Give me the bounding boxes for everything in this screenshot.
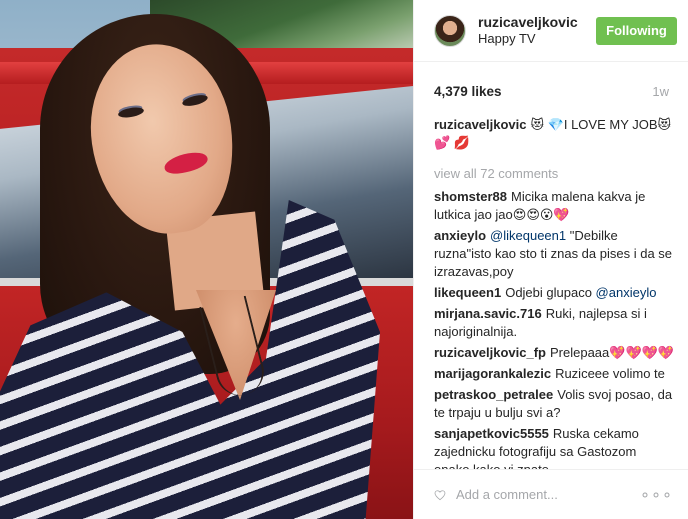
- following-button[interactable]: Following: [596, 16, 677, 45]
- header-username[interactable]: ruzicaveljkovic: [478, 14, 596, 30]
- caption: ruzicaveljkovic 😻 💎I LOVE MY JOB😻 💕 💋: [434, 116, 674, 152]
- comments-list: ruzicaveljkovic 😻 💎I LOVE MY JOB😻 💕 💋 vie…: [434, 116, 674, 470]
- comment-mention[interactable]: @likequeen1: [490, 228, 566, 243]
- view-all-comments-link[interactable]: view all 72 comments: [434, 165, 674, 183]
- comment-text: Prelepaaa💖💖💖💖: [550, 345, 674, 360]
- list-item: mirjana.savic.716 Ruki, najlepsa si i naj…: [434, 305, 674, 341]
- comment-mention[interactable]: @anxieylo: [596, 285, 657, 300]
- comment-username[interactable]: sanjapetkovic5555: [434, 426, 549, 441]
- list-item: likequeen1 Odjebi glupaco @anxieylo: [434, 284, 674, 302]
- comment-input[interactable]: [455, 487, 632, 502]
- list-item: marijagorankalezic Ruziceee volimo te: [434, 365, 674, 383]
- list-item: petraskoo_petralee Volis svoj posao, da t…: [434, 386, 674, 422]
- header-text: ruzicaveljkovic Happy TV: [478, 14, 596, 47]
- comment-username[interactable]: anxieylo: [434, 228, 486, 243]
- likes-count[interactable]: 4,379 likes: [434, 84, 502, 99]
- comment-username[interactable]: petraskoo_petralee: [434, 387, 553, 402]
- post-age[interactable]: 1w: [652, 84, 669, 99]
- caption-username[interactable]: ruzicaveljkovic: [434, 117, 527, 132]
- person: [0, 0, 413, 519]
- comment-text: Odjebi glupaco: [505, 285, 596, 300]
- add-comment-bar: ∘∘∘: [414, 469, 688, 519]
- list-item: sanjapetkovic5555 Ruska cekamo zajednicku…: [434, 425, 674, 470]
- post-side-panel: ruzicaveljkovic Happy TV Following 4,379…: [413, 0, 688, 519]
- header-location[interactable]: Happy TV: [478, 31, 596, 47]
- comment-username[interactable]: mirjana.savic.716: [434, 306, 542, 321]
- list-item: shomster88 Micika malena kakva je lutkica…: [434, 188, 674, 224]
- heart-outline-icon[interactable]: [434, 485, 446, 505]
- comment-username[interactable]: ruzicaveljkovic_fp: [434, 345, 546, 360]
- post-header: ruzicaveljkovic Happy TV Following: [414, 0, 688, 62]
- post-meta: 4,379 likes 1w: [434, 83, 669, 99]
- list-item: ruzicaveljkovic_fp Prelepaaa💖💖💖💖: [434, 344, 674, 362]
- comment-username[interactable]: marijagorankalezic: [434, 366, 551, 381]
- instagram-post: ruzicaveljkovic Happy TV Following 4,379…: [0, 0, 688, 519]
- comment-username[interactable]: likequeen1: [434, 285, 501, 300]
- avatar[interactable]: [434, 14, 466, 47]
- post-photo[interactable]: [0, 0, 413, 519]
- comment-username[interactable]: shomster88: [434, 189, 507, 204]
- more-options-icon[interactable]: ∘∘∘: [640, 485, 673, 504]
- list-item: anxieylo @likequeen1 "Debilke ruzna"isto …: [434, 227, 674, 281]
- comment-text: Ruziceee volimo te: [555, 366, 665, 381]
